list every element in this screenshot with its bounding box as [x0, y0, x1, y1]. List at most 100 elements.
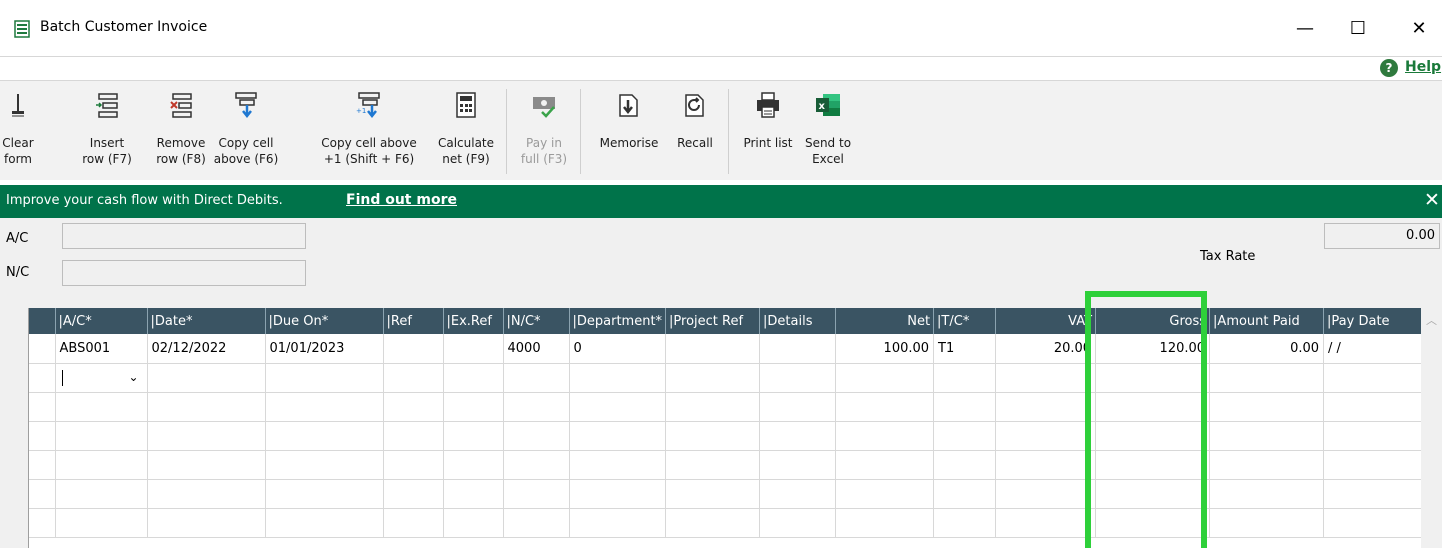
insert-row-button[interactable]: Insert row (F7) — [72, 81, 142, 181]
empty-cell[interactable] — [933, 450, 997, 480]
empty-cell[interactable] — [1095, 479, 1211, 509]
col-header-nc[interactable]: |N/C* — [503, 308, 570, 334]
col-header-gross[interactable]: Gross — [1095, 308, 1211, 334]
empty-row[interactable] — [29, 421, 1431, 451]
empty-cell[interactable] — [569, 363, 667, 393]
col-header-tc[interactable]: |T/C* — [933, 308, 997, 334]
empty-cell[interactable] — [569, 450, 667, 480]
cell-pay-date[interactable]: / / — [1323, 334, 1431, 364]
empty-cell[interactable] — [265, 363, 384, 393]
empty-cell[interactable] — [503, 508, 570, 538]
remove-row-button[interactable]: Remove row (F8) — [146, 81, 216, 181]
memorise-button[interactable]: Memorise — [592, 81, 666, 181]
empty-cell[interactable] — [995, 479, 1097, 509]
col-header-ref[interactable]: |Ref — [383, 308, 444, 334]
calculate-net-button[interactable]: Calculate net (F9) — [432, 81, 500, 181]
empty-cell[interactable] — [933, 508, 997, 538]
empty-row[interactable] — [29, 508, 1431, 538]
empty-cell[interactable] — [569, 479, 667, 509]
cell-tc[interactable]: T1 — [933, 334, 997, 364]
empty-cell[interactable] — [933, 421, 997, 451]
col-header-date[interactable]: |Date* — [147, 308, 266, 334]
col-header-department[interactable]: |Department* — [569, 308, 667, 334]
empty-cell[interactable] — [665, 421, 761, 451]
empty-cell[interactable] — [55, 392, 148, 422]
ac-field[interactable] — [62, 223, 306, 249]
cell-vat[interactable]: 20.00 — [995, 334, 1097, 364]
empty-cell[interactable] — [759, 421, 837, 451]
find-out-more-link[interactable]: Find out more — [346, 192, 457, 208]
empty-cell[interactable] — [383, 421, 444, 451]
empty-cell[interactable] — [1095, 450, 1211, 480]
row-selector[interactable] — [29, 334, 56, 364]
empty-cell[interactable] — [933, 392, 997, 422]
scroll-up-icon[interactable]: ︿ — [1426, 312, 1437, 328]
col-header-due-on[interactable]: |Due On* — [265, 308, 384, 334]
empty-cell[interactable] — [383, 363, 444, 393]
nc-field[interactable] — [62, 260, 306, 286]
col-header-pay-date[interactable]: |Pay Date — [1323, 308, 1431, 334]
cell-ex-ref[interactable] — [443, 334, 504, 364]
col-header-ac[interactable]: |A/C* — [55, 308, 148, 334]
empty-cell[interactable] — [503, 363, 570, 393]
empty-cell[interactable] — [147, 479, 266, 509]
empty-cell[interactable] — [1209, 392, 1325, 422]
empty-cell[interactable] — [29, 450, 56, 480]
empty-cell[interactable] — [147, 450, 266, 480]
empty-cell[interactable] — [29, 392, 56, 422]
empty-cell[interactable] — [443, 392, 504, 422]
empty-cell[interactable] — [1323, 508, 1431, 538]
empty-cell[interactable] — [443, 479, 504, 509]
empty-cell[interactable] — [29, 421, 56, 451]
empty-cell[interactable] — [1323, 479, 1431, 509]
cell-due-on[interactable]: 01/01/2023 — [265, 334, 384, 364]
empty-cell[interactable] — [383, 479, 444, 509]
empty-cell[interactable] — [759, 450, 837, 480]
empty-cell[interactable] — [147, 363, 266, 393]
ac-dropdown-cell[interactable]: ⌄ — [55, 363, 148, 393]
empty-cell[interactable] — [665, 508, 761, 538]
empty-cell[interactable] — [1323, 421, 1431, 451]
cell-department[interactable]: 0 — [569, 334, 667, 364]
empty-cell[interactable] — [265, 450, 384, 480]
empty-cell[interactable] — [569, 392, 667, 422]
table-row[interactable]: ABS001 02/12/2022 01/01/2023 4000 0 100.… — [29, 334, 1431, 364]
print-list-button[interactable]: Print list — [734, 81, 802, 181]
empty-cell[interactable] — [265, 421, 384, 451]
empty-row[interactable] — [29, 392, 1431, 422]
col-header-net[interactable]: Net — [835, 308, 935, 334]
pay-in-full-button[interactable]: Pay in full (F3) — [514, 81, 574, 181]
empty-cell[interactable] — [665, 392, 761, 422]
empty-cell[interactable] — [443, 508, 504, 538]
maximize-button[interactable]: ☐ — [1335, 8, 1381, 48]
empty-cell[interactable] — [569, 421, 667, 451]
empty-cell[interactable] — [443, 421, 504, 451]
empty-cell[interactable] — [995, 392, 1097, 422]
empty-cell[interactable] — [665, 479, 761, 509]
empty-cell[interactable] — [443, 363, 504, 393]
empty-cell[interactable] — [503, 421, 570, 451]
empty-row[interactable] — [29, 479, 1431, 509]
empty-cell[interactable] — [665, 450, 761, 480]
cell-gross[interactable]: 120.00 — [1095, 334, 1211, 364]
empty-cell[interactable] — [759, 363, 837, 393]
col-header-vat[interactable]: VAT — [995, 308, 1097, 334]
cell-ac[interactable]: ABS001 — [55, 334, 148, 364]
minimize-button[interactable]: — — [1282, 8, 1328, 48]
empty-cell[interactable] — [1095, 392, 1211, 422]
empty-cell[interactable] — [835, 508, 935, 538]
empty-cell[interactable] — [835, 363, 935, 393]
help-link[interactable]: Help — [1405, 59, 1441, 75]
vertical-scrollbar[interactable]: ︿ — [1421, 308, 1442, 548]
cell-ref[interactable] — [383, 334, 444, 364]
empty-cell[interactable] — [835, 421, 935, 451]
empty-cell[interactable] — [265, 479, 384, 509]
empty-cell[interactable] — [29, 479, 56, 509]
empty-cell[interactable] — [1323, 450, 1431, 480]
empty-cell[interactable] — [383, 508, 444, 538]
empty-cell[interactable] — [1095, 363, 1211, 393]
empty-cell[interactable] — [147, 508, 266, 538]
empty-cell[interactable] — [1095, 421, 1211, 451]
send-to-excel-button[interactable]: x Send to Excel — [800, 81, 856, 181]
empty-cell[interactable] — [835, 479, 935, 509]
